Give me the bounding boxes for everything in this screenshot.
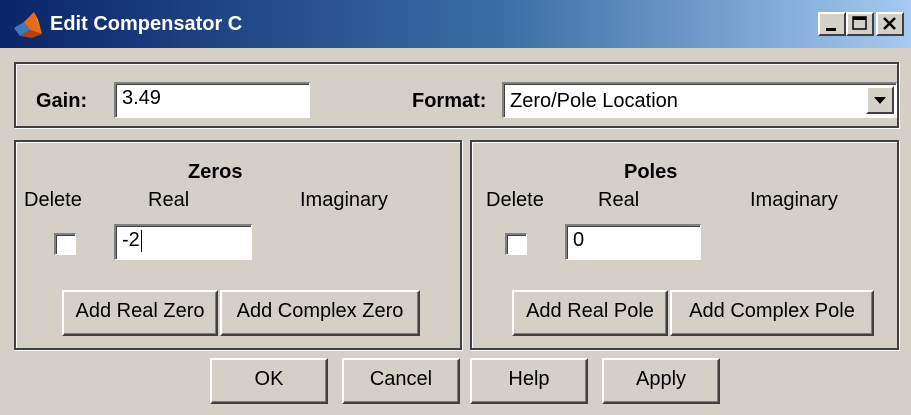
window-title: Edit Compensator C: [50, 13, 243, 35]
format-selected-value: Zero/Pole Location: [510, 90, 678, 112]
zero-real-input[interactable]: -2: [114, 224, 252, 260]
poles-real-column: Real: [598, 189, 640, 211]
zeros-heading: Zeros: [188, 161, 243, 183]
poles-delete-column: Delete: [486, 189, 544, 211]
poles-imaginary-column: Imaginary: [750, 189, 838, 211]
pole-delete-checkbox[interactable]: [505, 233, 527, 255]
format-dropdown-button[interactable]: [866, 86, 894, 114]
gain-label: Gain:: [36, 90, 88, 112]
zeros-delete-column: Delete: [24, 189, 82, 211]
zero-real-value: -2: [122, 229, 140, 251]
format-label: Format:: [412, 90, 487, 112]
title-bar[interactable]: Edit Compensator C: [0, 0, 911, 48]
add-real-zero-button[interactable]: Add Real Zero: [62, 290, 218, 336]
format-select[interactable]: Zero/Pole Location: [502, 82, 897, 118]
poles-heading: Poles: [624, 161, 678, 183]
zero-delete-checkbox[interactable]: [54, 233, 76, 255]
minimize-icon: [826, 28, 836, 31]
ok-button[interactable]: OK: [210, 358, 328, 404]
maximize-icon: [852, 16, 867, 30]
pole-real-input[interactable]: 0: [565, 224, 701, 260]
minimize-button[interactable]: [818, 12, 846, 36]
text-cursor: [140, 229, 142, 252]
close-button[interactable]: [876, 12, 904, 36]
help-button[interactable]: Help: [470, 358, 588, 404]
add-complex-pole-button[interactable]: Add Complex Pole: [670, 290, 874, 336]
zeros-imaginary-column: Imaginary: [300, 189, 388, 211]
add-complex-zero-button[interactable]: Add Complex Zero: [220, 290, 420, 336]
edit-compensator-window: Edit Compensator C Gain: 3.49 Format: Ze…: [0, 0, 911, 415]
matlab-logo-icon: [14, 12, 42, 38]
maximize-button[interactable]: [846, 12, 874, 36]
zeros-real-column: Real: [148, 189, 190, 211]
cancel-button[interactable]: Cancel: [342, 358, 460, 404]
close-icon: [883, 17, 896, 30]
gain-input[interactable]: 3.49: [114, 82, 310, 118]
add-real-pole-button[interactable]: Add Real Pole: [512, 290, 668, 336]
chevron-down-icon: [874, 97, 886, 104]
apply-button[interactable]: Apply: [602, 358, 720, 404]
